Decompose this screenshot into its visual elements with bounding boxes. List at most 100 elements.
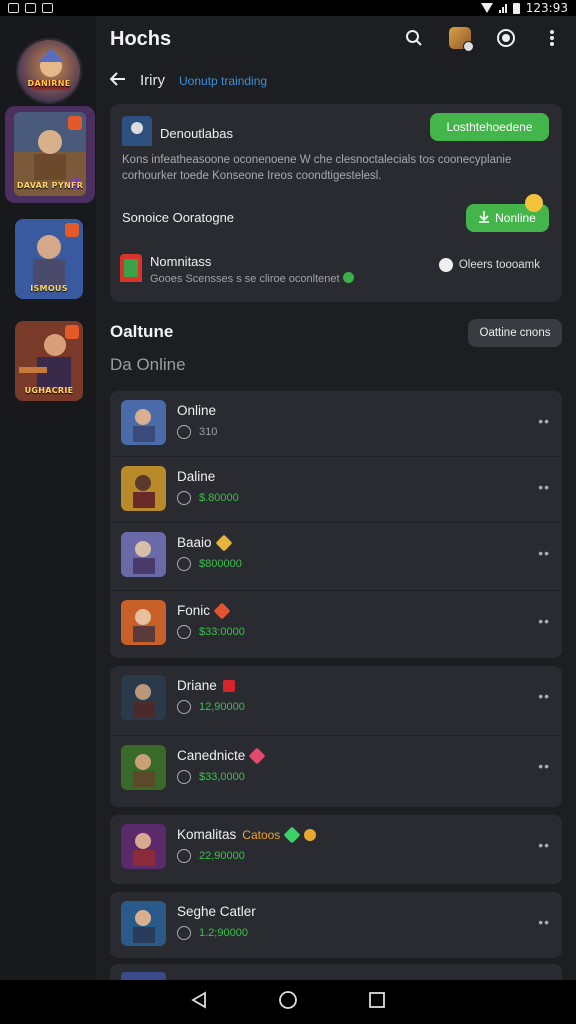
game-group: Komalitas Catoos 22,90000 •• [110, 815, 562, 884]
row-thumbnail [120, 254, 142, 287]
item-name: Komalitas [177, 827, 237, 842]
smile-icon [525, 194, 543, 212]
item-value: $.80000 [199, 492, 239, 504]
item-value: $800000 [199, 558, 242, 570]
check-circle-icon[interactable] [177, 926, 191, 940]
section-button[interactable]: Oattine cnons [468, 319, 562, 347]
notification-badge [65, 223, 79, 237]
back-nav-icon[interactable] [190, 990, 208, 1014]
image-icon [8, 3, 19, 13]
check-circle-icon[interactable] [177, 557, 191, 571]
game-thumbnail [121, 824, 166, 869]
list-item[interactable]: Fonic $33:0000 •• [110, 591, 562, 657]
more-icon[interactable]: •• [538, 758, 550, 774]
more-icon[interactable]: •• [538, 613, 550, 629]
item-name: Canednicte [177, 748, 246, 763]
photo-icon [25, 3, 36, 13]
user-avatar-icon[interactable] [448, 26, 474, 52]
header-link[interactable]: Uonutp trainding [179, 74, 267, 88]
item-name: Online [177, 403, 217, 418]
notification-subtitle: Sonoice Ooratogne [122, 210, 235, 225]
section-title: Oaltune [110, 322, 174, 341]
home-nav-icon[interactable] [278, 990, 298, 1015]
list-item-partial [110, 964, 562, 980]
item-name: Daline [177, 469, 216, 484]
game-thumbnail [121, 675, 166, 720]
status-dot-icon [438, 258, 453, 272]
game-group: Driane 12,90000 •• Canednicte $33,0000 •… [110, 666, 562, 807]
sidebar-game-3[interactable]: UGHACRIE [15, 321, 83, 401]
list-item[interactable]: Daline $.80000 •• [110, 457, 562, 523]
item-name: Seghe Catler [177, 904, 256, 919]
more-icon[interactable]: •• [538, 545, 550, 561]
list-item[interactable]: Seghe Catler 1.2;90000 •• [110, 892, 562, 958]
notification-card: Denoutlabas Losthtehoedene Kons infeathe… [110, 104, 562, 302]
item-name: Baaio [177, 535, 212, 550]
more-icon[interactable]: •• [538, 837, 550, 853]
check-circle-icon[interactable] [177, 849, 191, 863]
wifi-icon [480, 3, 493, 13]
list-item[interactable]: Driane 12,90000 •• [110, 666, 562, 736]
more-icon[interactable]: •• [538, 413, 550, 429]
item-name: Driane [177, 678, 217, 693]
item-value: $33:0000 [199, 626, 245, 638]
more-vert-icon[interactable] [540, 26, 564, 50]
trophy-icon [215, 534, 233, 551]
check-circle-icon[interactable] [177, 770, 191, 784]
item-value: 22,90000 [199, 850, 245, 862]
status-bar: 123:93 [0, 0, 576, 16]
breadcrumb: Iriry Uonutp trainding [109, 70, 267, 91]
gem-icon [283, 826, 301, 843]
gem-icon [248, 747, 266, 764]
game-label: ISMOUS [30, 284, 68, 293]
more-icon[interactable]: •• [538, 914, 550, 930]
row-name: Nomnitass [150, 254, 212, 269]
list-item[interactable]: Online 310 •• [110, 391, 562, 457]
game-thumbnail [121, 400, 166, 445]
search-icon[interactable] [402, 26, 426, 50]
battery-icon [512, 2, 520, 14]
item-value: 310 [199, 426, 218, 438]
profile-avatar[interactable]: DANIRNE [16, 38, 82, 104]
notification-description: Kons infeatheasoone oconenoene W che cle… [122, 154, 512, 182]
more-icon[interactable]: •• [538, 479, 550, 495]
crown-icon [213, 602, 231, 619]
clock: 123:93 [525, 1, 568, 15]
page-title: Hochs [110, 28, 172, 50]
list-item[interactable]: Komalitas Catoos 22,90000 •• [110, 815, 562, 884]
sidebar-game-2[interactable]: ISMOUS [15, 219, 83, 299]
game-thumbnail [121, 600, 166, 645]
game-thumbnail [121, 466, 166, 511]
item-value: $33,0000 [199, 771, 245, 783]
item-name: Fonic [177, 603, 211, 618]
notification-badge [65, 325, 79, 339]
more-icon[interactable]: •• [538, 688, 550, 704]
recents-nav-icon[interactable] [368, 991, 386, 1014]
back-label[interactable]: Iriry [140, 72, 165, 89]
back-arrow-icon[interactable] [109, 70, 126, 91]
game-label: UGHACRIE [24, 386, 74, 395]
item-value: 1.2;90000 [199, 927, 248, 939]
game-thumbnail [121, 745, 166, 790]
sidebar: DANIRNE DAVAR PYNFR ISMOUS UGHACRIE [0, 16, 96, 980]
game-thumbnail [121, 972, 166, 980]
sidebar-game-1[interactable]: DAVAR PYNFR [5, 106, 95, 203]
check-circle-icon[interactable] [177, 700, 191, 714]
notification-action-button[interactable]: Losthtehoedene [430, 113, 549, 141]
notification-title: Denoutlabas [160, 126, 233, 141]
row-detail: Gooes Scensses s se cliroe oconltenet [150, 272, 354, 285]
list-item[interactable]: Baaio $800000 •• [110, 523, 562, 591]
check-circle-icon[interactable] [177, 491, 191, 505]
check-circle-icon[interactable] [177, 425, 191, 439]
check-icon [342, 272, 354, 283]
avatar-label: DANIRNE [27, 79, 71, 88]
online-button[interactable]: Nonline [466, 194, 549, 232]
game-thumbnail [121, 901, 166, 946]
sync-icon[interactable] [494, 26, 518, 50]
game-thumbnail [121, 532, 166, 577]
gallery-icon [42, 3, 53, 13]
coin-icon [304, 828, 317, 841]
check-circle-icon[interactable] [177, 625, 191, 639]
notification-badge [68, 116, 82, 130]
list-item[interactable]: Canednicte $33,0000 •• [110, 736, 562, 807]
